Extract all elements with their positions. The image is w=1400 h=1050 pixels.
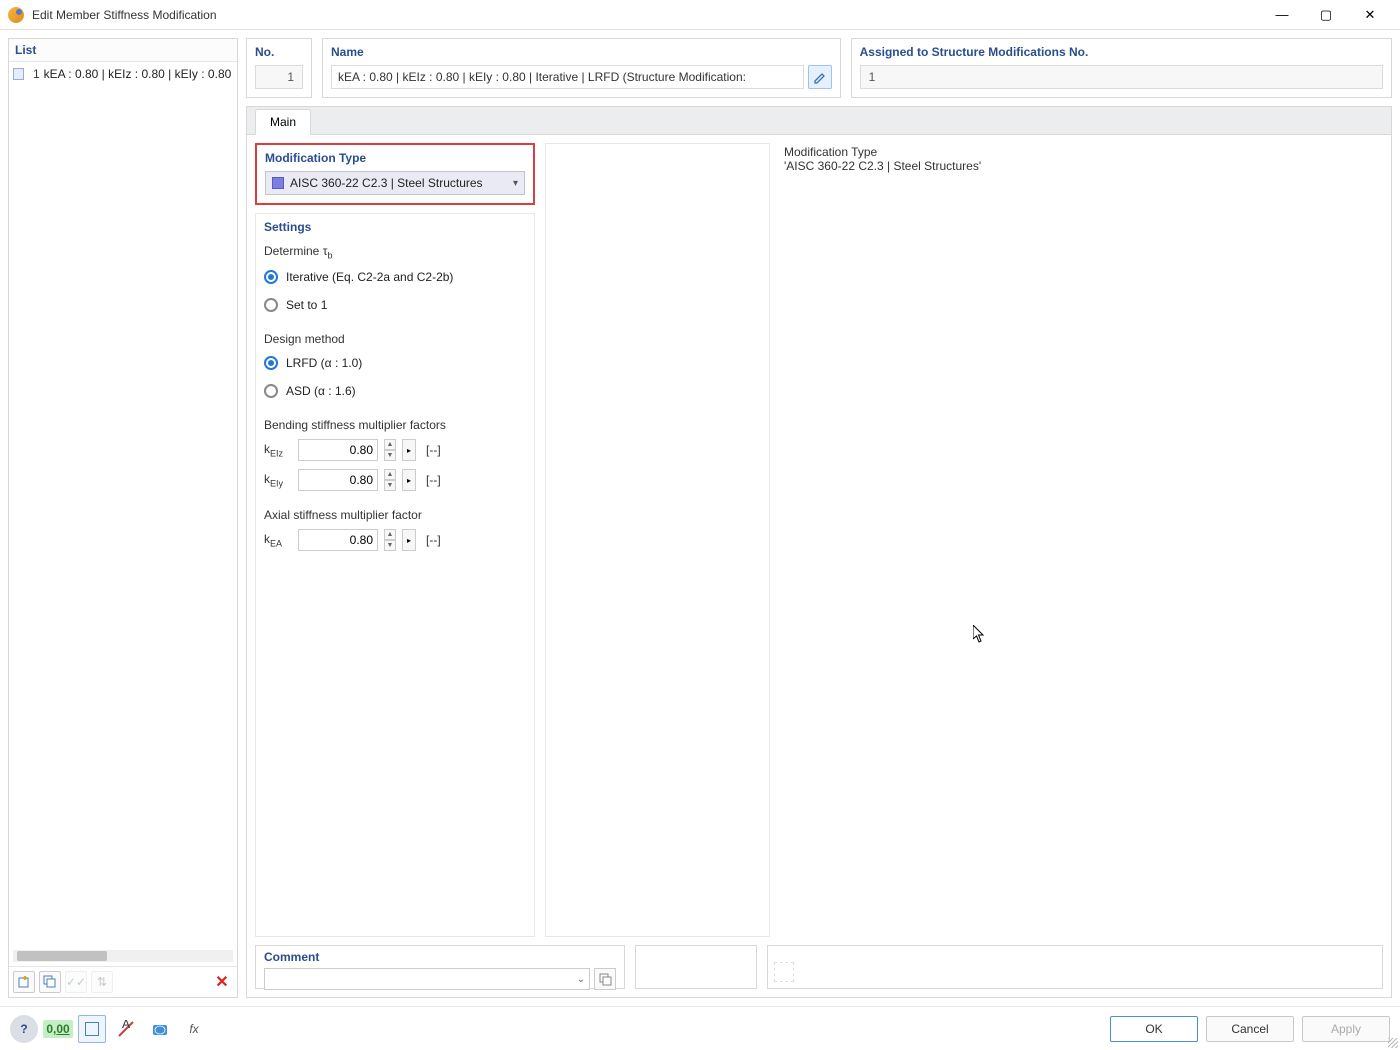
list-item-text: kEA : 0.80 | kEIz : 0.80 | kEIy : 0.80 |… — [44, 67, 235, 81]
new-item-button[interactable] — [13, 971, 35, 993]
radio-icon — [264, 356, 278, 370]
bending-label: Bending stiffness multiplier factors — [264, 418, 526, 432]
fx-button[interactable]: fx — [180, 1015, 208, 1043]
maximize-button[interactable]: ▢ — [1304, 0, 1348, 30]
assigned-label: Assigned to Structure Modifications No. — [860, 45, 1383, 59]
resize-grip[interactable] — [1388, 1038, 1398, 1048]
help-button[interactable]: ? — [10, 1015, 38, 1043]
modification-type-value: AISC 360-22 C2.3 | Steel Structures — [290, 176, 513, 190]
assigned-field: 1 — [860, 65, 1383, 89]
name-field[interactable]: kEA : 0.80 | kEIz : 0.80 | kEIy : 0.80 |… — [331, 65, 804, 89]
info-panel: Modification Type 'AISC 360-22 C2.3 | St… — [780, 143, 1383, 937]
modification-type-label: Modification Type — [265, 151, 525, 165]
modification-type-dropdown[interactable]: AISC 360-22 C2.3 | Steel Structures ▾ — [265, 171, 525, 195]
keiy-row: kEIy 0.80 ▲▼ ▸ [--] — [264, 468, 526, 492]
unit-label: [--] — [426, 473, 441, 487]
radio-lrfd[interactable]: LRFD (α : 1.0) — [264, 352, 526, 374]
title-bar: Edit Member Stiffness Modification — ▢ ✕ — [0, 0, 1400, 30]
settings-group: Settings Determine τb Iterative (Eq. C2-… — [255, 213, 535, 937]
list-area[interactable]: 1 kEA : 0.80 | kEIz : 0.80 | kEIy : 0.80… — [9, 62, 237, 948]
keiy-dropdown-button[interactable]: ▸ — [402, 469, 416, 491]
unit-label: [--] — [426, 533, 441, 547]
settings-label: Settings — [264, 220, 526, 234]
list-header: List — [9, 39, 237, 62]
list-item-checkbox[interactable] — [13, 68, 24, 80]
info-line-2: 'AISC 360-22 C2.3 | Steel Structures' — [784, 159, 1379, 173]
minimize-button[interactable]: — — [1260, 0, 1304, 30]
tab-main[interactable]: Main — [255, 109, 311, 135]
list-toolbar: ✓✓ ⇅ ✕ — [9, 966, 237, 997]
comment-copy-button[interactable] — [594, 968, 616, 990]
globe-button[interactable] — [146, 1015, 174, 1043]
number-group: No. 1 — [246, 38, 312, 98]
tab-bar: Main — [247, 107, 1391, 135]
list-h-scrollbar[interactable] — [13, 950, 233, 962]
comment-label: Comment — [264, 950, 616, 964]
keiz-dropdown-button[interactable]: ▸ — [402, 439, 416, 461]
app-icon — [8, 7, 24, 23]
units-button[interactable]: 0,00 — [44, 1015, 72, 1043]
window-title: Edit Member Stiffness Modification — [32, 8, 1260, 22]
keiz-row: kEIz 0.80 ▲▼ ▸ [--] — [264, 438, 526, 462]
cancel-button[interactable]: Cancel — [1206, 1016, 1294, 1042]
kea-dropdown-button[interactable]: ▸ — [402, 529, 416, 551]
delete-item-button[interactable]: ✕ — [211, 971, 233, 993]
copy-item-button[interactable] — [39, 971, 61, 993]
name-group: Name kEA : 0.80 | kEIz : 0.80 | kEIy : 0… — [322, 38, 841, 98]
comment-group: Comment ⌄ — [255, 945, 625, 989]
info-line-1: Modification Type — [784, 145, 1379, 159]
middle-panel — [545, 143, 770, 937]
annotate-button[interactable]: A — [112, 1015, 140, 1043]
design-method-label: Design method — [264, 332, 526, 346]
keiz-input[interactable]: 0.80 — [298, 439, 378, 461]
keiy-spinner[interactable]: ▲▼ — [384, 469, 396, 491]
preview-panel — [767, 945, 1383, 989]
radio-icon — [264, 384, 278, 398]
svg-text:A: A — [122, 1020, 130, 1031]
apply-button: Apply — [1302, 1016, 1390, 1042]
ok-button[interactable]: OK — [1110, 1016, 1198, 1042]
assigned-group: Assigned to Structure Modifications No. … — [851, 38, 1392, 98]
view-button[interactable] — [78, 1015, 106, 1043]
chevron-down-icon: ▾ — [513, 178, 518, 189]
determine-label: Determine τb — [264, 244, 526, 260]
empty-panel — [635, 945, 757, 989]
radio-iterative[interactable]: Iterative (Eq. C2-2a and C2-2b) — [264, 266, 526, 288]
list-item-number: 1 — [28, 67, 39, 81]
keiz-spinner[interactable]: ▲▼ — [384, 439, 396, 461]
sort-button: ⇅ — [91, 971, 113, 993]
radio-icon — [264, 270, 278, 284]
kea-label: kEA — [264, 532, 292, 548]
kea-input[interactable]: 0.80 — [298, 529, 378, 551]
footer-bar: ? 0,00 A fx OK Cancel Apply — [0, 1006, 1400, 1050]
radio-icon — [264, 298, 278, 312]
kea-row: kEA 0.80 ▲▼ ▸ [--] — [264, 528, 526, 552]
keiz-label: kEIz — [264, 442, 292, 458]
keiy-input[interactable]: 0.80 — [298, 469, 378, 491]
comment-combo[interactable]: ⌄ — [264, 968, 590, 990]
unit-label: [--] — [426, 443, 441, 457]
number-field[interactable]: 1 — [255, 65, 303, 89]
chevron-down-icon: ⌄ — [577, 974, 585, 985]
close-button[interactable]: ✕ — [1348, 0, 1392, 30]
radio-set-to-1[interactable]: Set to 1 — [264, 294, 526, 316]
modtype-color-swatch — [272, 177, 284, 189]
preview-icon — [774, 962, 794, 982]
check-button: ✓✓ — [65, 971, 87, 993]
radio-asd[interactable]: ASD (α : 1.6) — [264, 380, 526, 402]
keiy-label: kEIy — [264, 472, 292, 488]
edit-name-button[interactable] — [808, 65, 832, 89]
modification-type-group: Modification Type AISC 360-22 C2.3 | Ste… — [255, 143, 535, 205]
list-panel: List 1 kEA : 0.80 | kEIz : 0.80 | kEIy :… — [8, 38, 238, 998]
no-label: No. — [255, 45, 303, 59]
name-label: Name — [331, 45, 832, 59]
list-item[interactable]: 1 kEA : 0.80 | kEIz : 0.80 | kEIy : 0.80… — [11, 64, 235, 84]
kea-spinner[interactable]: ▲▼ — [384, 529, 396, 551]
axial-label: Axial stiffness multiplier factor — [264, 508, 526, 522]
